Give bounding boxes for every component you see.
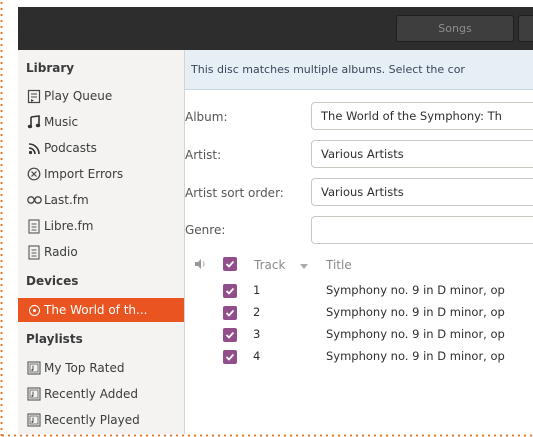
sidebar-item-recently-added[interactable]: Recently Added bbox=[26, 383, 138, 405]
sidebar-item-label: Play Queue bbox=[44, 89, 113, 103]
sidebar-item-import-errors[interactable]: Import Errors bbox=[26, 163, 123, 185]
music-note-icon bbox=[26, 114, 42, 130]
info-bar: This disc matches multiple albums. Selec… bbox=[185, 50, 533, 90]
main-panel: This disc matches multiple albums. Selec… bbox=[185, 50, 533, 434]
sidebar: Library Play Queue Music Podcasts Import… bbox=[18, 50, 185, 434]
speaker-icon[interactable] bbox=[194, 258, 208, 273]
track-list-header: Track Title bbox=[185, 251, 533, 277]
play-queue-icon bbox=[26, 88, 42, 104]
sidebar-item-label: Last.fm bbox=[44, 193, 89, 207]
lastfm-icon bbox=[26, 192, 42, 208]
sidebar-item-label: Recently Played bbox=[44, 413, 140, 427]
track-number: 3 bbox=[253, 327, 261, 341]
title-column-label: Title bbox=[326, 258, 352, 272]
table-row[interactable]: 2 Symphony no. 9 in D minor, op bbox=[185, 302, 533, 324]
disc-icon bbox=[26, 302, 42, 318]
track-checkbox[interactable] bbox=[223, 328, 237, 342]
devices-heading: Devices bbox=[26, 274, 79, 288]
sidebar-item-radio[interactable]: Radio bbox=[26, 241, 78, 263]
track-title: Symphony no. 9 in D minor, op bbox=[326, 283, 505, 297]
sidebar-item-label: My Top Rated bbox=[44, 361, 125, 375]
artist-label: Artist: bbox=[185, 148, 222, 162]
sidebar-item-device[interactable]: The World of th... bbox=[18, 298, 184, 322]
radio-icon bbox=[26, 244, 42, 260]
sidebar-item-label: Radio bbox=[44, 245, 78, 259]
sidebar-item-label: Recently Added bbox=[44, 387, 138, 401]
playlist-icon bbox=[26, 386, 42, 402]
rss-icon bbox=[26, 140, 42, 156]
track-title: Symphony no. 9 in D minor, op bbox=[326, 305, 505, 319]
sort-down-icon[interactable] bbox=[300, 259, 308, 273]
track-number: 2 bbox=[253, 305, 261, 319]
artist-sort-field[interactable]: Various Artists bbox=[311, 178, 533, 206]
sidebar-item-music[interactable]: Music bbox=[26, 111, 78, 133]
track-title: Symphony no. 9 in D minor, op bbox=[326, 349, 505, 363]
header-bar: Songs bbox=[18, 7, 533, 50]
sidebar-item-my-top-rated[interactable]: My Top Rated bbox=[26, 357, 124, 379]
artist-field[interactable]: Various Artists bbox=[311, 140, 533, 168]
artist-value: Various Artists bbox=[321, 147, 404, 161]
track-number: 4 bbox=[253, 349, 261, 363]
sidebar-item-lastfm[interactable]: Last.fm bbox=[26, 189, 89, 211]
album-value: The World of the Symphony: Th bbox=[321, 109, 502, 123]
track-title: Symphony no. 9 in D minor, op bbox=[326, 327, 505, 341]
info-message: This disc matches multiple albums. Selec… bbox=[191, 63, 465, 76]
document-icon bbox=[26, 218, 42, 234]
playlist-icon bbox=[26, 360, 42, 376]
playlist-icon bbox=[26, 412, 42, 428]
dotted-frame-left bbox=[0, 0, 3, 437]
sidebar-item-label: Music bbox=[44, 115, 79, 129]
table-row[interactable]: 4 Symphony no. 9 in D minor, op bbox=[185, 346, 533, 368]
error-circle-icon bbox=[26, 166, 42, 182]
sidebar-item-podcasts[interactable]: Podcasts bbox=[26, 137, 97, 159]
sidebar-item-play-queue[interactable]: Play Queue bbox=[26, 85, 112, 107]
track-column-header[interactable]: Track bbox=[254, 258, 285, 272]
tab-songs-label: Songs bbox=[438, 22, 472, 35]
table-row[interactable]: 1 Symphony no. 9 in D minor, op bbox=[185, 280, 533, 302]
select-all-checkbox[interactable] bbox=[223, 257, 237, 271]
tab-songs[interactable]: Songs bbox=[396, 15, 514, 42]
genre-field[interactable] bbox=[311, 216, 533, 244]
album-field[interactable]: The World of the Symphony: Th bbox=[311, 102, 533, 130]
tab-next[interactable] bbox=[518, 15, 533, 42]
track-checkbox[interactable] bbox=[223, 306, 237, 320]
sidebar-item-label: Libre.fm bbox=[44, 219, 94, 233]
library-heading: Library bbox=[26, 61, 75, 75]
track-column-label: Track bbox=[254, 258, 286, 272]
album-label: Album: bbox=[185, 110, 228, 124]
track-number: 1 bbox=[253, 283, 261, 297]
sidebar-item-recently-played[interactable]: Recently Played bbox=[26, 409, 140, 431]
table-row[interactable]: 3 Symphony no. 9 in D minor, op bbox=[185, 324, 533, 346]
sidebar-item-librefm[interactable]: Libre.fm bbox=[26, 215, 93, 237]
playlists-heading: Playlists bbox=[26, 332, 83, 346]
sidebar-item-label: Import Errors bbox=[44, 167, 124, 181]
genre-label: Genre: bbox=[185, 223, 226, 237]
title-column-header[interactable]: Title bbox=[326, 258, 352, 272]
track-checkbox[interactable] bbox=[223, 350, 237, 364]
track-checkbox[interactable] bbox=[223, 284, 237, 298]
sidebar-item-label: The World of th... bbox=[44, 303, 148, 317]
sidebar-item-label: Podcasts bbox=[44, 141, 97, 155]
artist-sort-value: Various Artists bbox=[321, 185, 404, 199]
artist-sort-label: Artist sort order: bbox=[185, 186, 284, 200]
